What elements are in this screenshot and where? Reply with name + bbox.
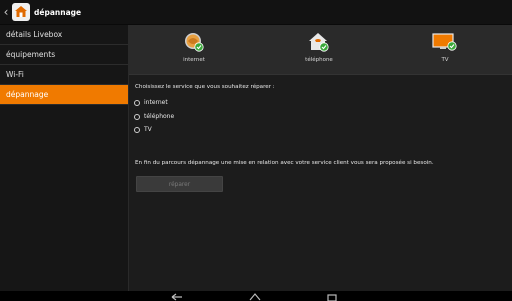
action-bar: ‹ dépannage: [0, 0, 512, 25]
sidebar: détails Livebox équipements Wi-Fi dépann…: [0, 25, 129, 291]
service-telephone[interactable]: téléphone: [289, 32, 349, 63]
system-navigation-bar: [0, 291, 512, 301]
home-icon[interactable]: [248, 293, 262, 301]
sidebar-item-troubleshooting[interactable]: dépannage: [0, 85, 128, 105]
sidebar-item-label: Wi-Fi: [6, 70, 24, 79]
sidebar-item-label: équipements: [6, 50, 56, 59]
radio-label: téléphone: [144, 113, 175, 120]
service-status-bar: internet téléphone TV: [129, 25, 512, 75]
radio-option-tv[interactable]: TV: [134, 126, 152, 133]
radio-label: internet: [144, 99, 168, 106]
home-phone-icon: [309, 33, 329, 52]
service-label: téléphone: [305, 57, 333, 63]
sidebar-item-livebox-details[interactable]: détails Livebox: [0, 25, 128, 45]
back-icon[interactable]: [170, 293, 184, 301]
service-label: internet: [183, 57, 205, 63]
main-content: internet téléphone TV Choisissez le serv…: [129, 25, 512, 291]
radio-label: TV: [144, 126, 152, 133]
radio-option-telephone[interactable]: téléphone: [134, 113, 174, 120]
radio-option-internet[interactable]: internet: [134, 99, 168, 106]
radio-button[interactable]: [134, 126, 140, 133]
service-label: TV: [441, 57, 449, 63]
service-internet[interactable]: internet: [164, 32, 224, 63]
radio-button[interactable]: [134, 113, 140, 120]
radio-button[interactable]: [134, 99, 140, 106]
sidebar-item-label: détails Livebox: [6, 30, 63, 39]
recent-apps-icon[interactable]: [325, 293, 339, 301]
back-chevron-icon[interactable]: ‹: [0, 0, 12, 24]
repair-button[interactable]: réparer: [136, 176, 223, 192]
page-title: dépannage: [34, 7, 82, 17]
service-prompt: Choisissez le service que vous souhaitez…: [135, 84, 275, 90]
service-tv[interactable]: TV: [415, 32, 475, 63]
livebox-app-icon[interactable]: [12, 3, 30, 21]
info-text: En fin du parcours dépannage une mise en…: [135, 160, 434, 166]
sidebar-item-equipments[interactable]: équipements: [0, 45, 128, 65]
globe-icon: [185, 33, 204, 52]
tv-icon: [432, 33, 457, 51]
sidebar-item-label: dépannage: [6, 90, 49, 99]
sidebar-item-wifi[interactable]: Wi-Fi: [0, 65, 128, 85]
